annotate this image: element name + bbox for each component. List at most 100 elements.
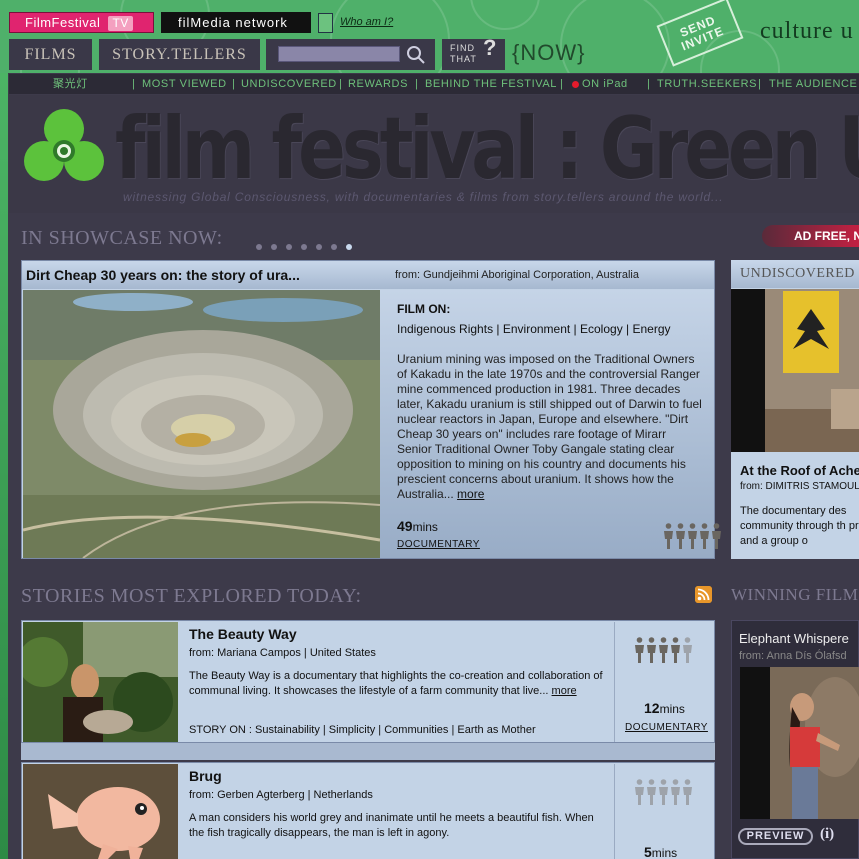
- featured-type-link[interactable]: DOCUMENTARY: [397, 539, 480, 550]
- undiscovered-title[interactable]: At the Roof of Ache: [740, 463, 859, 478]
- search-icon[interactable]: [406, 45, 426, 65]
- pager-dot-active[interactable]: [346, 244, 352, 250]
- undiscovered-thumbnail[interactable]: [731, 289, 859, 452]
- showcase-pager: [256, 237, 361, 255]
- winning-film-card: Elephant Whispere from: Anna Dís Ólafsd …: [731, 620, 859, 859]
- story-description: A man considers his world grey and inani…: [189, 812, 594, 839]
- pager-dot[interactable]: [331, 244, 337, 250]
- nav-item-on-ipad[interactable]: ON iPad: [572, 74, 628, 94]
- story-meta: 12mins DOCUMENTARY: [616, 622, 714, 742]
- story-title[interactable]: Brug: [189, 768, 614, 784]
- nav-item-the-audience[interactable]: THE AUDIENCE: [769, 74, 858, 94]
- person-rating-icon: [647, 779, 656, 805]
- rating-people-icons: [634, 637, 693, 663]
- story-card: The Beauty Way from: Mariana Campos | Un…: [21, 620, 715, 743]
- nav-item-behind-the-festival[interactable]: BEHIND THE FESTIVAL: [425, 74, 557, 94]
- story-title[interactable]: The Beauty Way: [189, 626, 614, 642]
- person-rating-icon: [647, 637, 656, 663]
- nav-item-truth-seekers[interactable]: TRUTH.SEEKERS: [657, 74, 757, 94]
- person-rating-icon: [712, 523, 721, 549]
- pager-dot[interactable]: [301, 244, 307, 250]
- open-pit-mine-image: [23, 290, 380, 558]
- green-unplugged-logo-icon[interactable]: [22, 107, 106, 185]
- ad-free-badge[interactable]: AD FREE, N: [762, 225, 859, 247]
- nav-separator: |: [758, 78, 762, 90]
- story-from: from: Gerben Agterberg | Netherlands: [189, 789, 373, 801]
- garden-image: [23, 622, 178, 742]
- now-link[interactable]: {NOW}: [512, 40, 585, 66]
- featured-duration: 49mins: [397, 518, 438, 534]
- person-rating-icon: [664, 523, 673, 549]
- preview-button[interactable]: PREVIEW: [738, 828, 813, 845]
- featured-tags[interactable]: Indigenous Rights | Environment | Ecolog…: [397, 322, 714, 336]
- nav-separator: |: [232, 78, 236, 90]
- pager-dot[interactable]: [316, 244, 322, 250]
- story-description-text: The Beauty Way is a documentary that hig…: [189, 670, 603, 697]
- pager-dot[interactable]: [256, 244, 262, 250]
- films-tab[interactable]: FILMS: [9, 39, 92, 70]
- monastery-flag-image: [731, 289, 859, 452]
- featured-title[interactable]: Dirt Cheap 30 years on: the story of ura…: [26, 267, 300, 283]
- stories-heading: STORIES MOST EXPLORED TODAY:: [21, 585, 362, 607]
- pager-dot[interactable]: [286, 244, 292, 250]
- live-dot-icon: [572, 80, 579, 88]
- rss-icon[interactable]: [695, 586, 712, 603]
- story-minutes: 5: [644, 844, 652, 859]
- featured-description: Uranium mining was imposed on the Tradit…: [397, 352, 703, 502]
- storytellers-tab[interactable]: STORY.TELLERS: [99, 39, 260, 70]
- person-rating-icon: [683, 779, 692, 805]
- story-from: from: Mariana Campos | United States: [189, 647, 376, 659]
- featured-details: FILM ON: Indigenous Rights | Environment…: [380, 290, 721, 558]
- search-input[interactable]: [278, 46, 400, 62]
- winning-title[interactable]: Elephant Whispere: [739, 631, 849, 646]
- info-icon[interactable]: (i): [820, 826, 834, 843]
- nav-item-spotlight[interactable]: 聚光灯: [53, 74, 88, 94]
- brand-festival: Festival: [51, 15, 101, 30]
- fish-image: [23, 764, 178, 859]
- mins-label: mins: [659, 702, 685, 716]
- undiscovered-heading[interactable]: UNDISCOVERED: [731, 260, 859, 288]
- story-minutes: 12: [644, 700, 660, 716]
- story-thumbnail[interactable]: [23, 764, 178, 859]
- user-id-icon[interactable]: [318, 13, 333, 33]
- person-rating-icon: [688, 523, 697, 549]
- featured-header: Dirt Cheap 30 years on: the story of ura…: [22, 261, 714, 289]
- question-icon: ?: [483, 35, 498, 60]
- story-description: The Beauty Way is a documentary that hig…: [189, 669, 609, 699]
- featured-thumbnail[interactable]: [23, 290, 380, 558]
- story-thumbnail[interactable]: [23, 622, 178, 742]
- featured-film-card: Dirt Cheap 30 years on: the story of ura…: [21, 260, 721, 559]
- nav-item-rewards[interactable]: REWARDS: [348, 74, 408, 94]
- nav-item-undiscovered[interactable]: UNDISCOVERED: [241, 74, 337, 94]
- pager-dot[interactable]: [271, 244, 277, 250]
- featured-description-text: Uranium mining was imposed on the Tradit…: [397, 352, 702, 501]
- story-duration: 12mins: [644, 700, 685, 716]
- find-that-button[interactable]: FIND THAT ?: [442, 35, 505, 70]
- story-type-link[interactable]: DOCUMENTARY: [625, 722, 708, 733]
- filmedia-network-link[interactable]: filMedia network: [161, 12, 311, 33]
- person-rating-icon: [676, 523, 685, 549]
- search-box: [266, 39, 435, 70]
- rating-people-icons: [634, 779, 693, 805]
- winning-from: from: Anna Dís Ólafsd: [739, 650, 847, 662]
- story-meta: 5mins: [616, 764, 714, 859]
- story-info: The Beauty Way from: Mariana Campos | Un…: [179, 622, 615, 742]
- undiscovered-description: The documentary des community through th…: [740, 505, 859, 547]
- elephant-woman-image: [740, 667, 859, 819]
- brand-film: Film: [25, 15, 52, 30]
- filmfestival-tv-logo[interactable]: FilmFestival TV: [9, 12, 154, 33]
- story-duration: 5mins: [644, 844, 677, 859]
- story-tags[interactable]: STORY ON : Sustainability | Simplicity |…: [189, 724, 536, 736]
- featured-more-link[interactable]: more: [457, 487, 484, 501]
- featured-from: from: Gundjeihmi Aboriginal Corporation,…: [395, 269, 639, 281]
- nav-separator: |: [132, 78, 136, 90]
- story-more-link[interactable]: more: [552, 685, 577, 697]
- showcase-heading: IN SHOWCASE NOW:: [21, 227, 223, 249]
- person-rating-icon: [671, 779, 680, 805]
- nav-item-most-viewed[interactable]: MOST VIEWED: [142, 74, 227, 94]
- person-rating-icon: [671, 637, 680, 663]
- winning-thumbnail[interactable]: [740, 667, 859, 819]
- person-rating-icon: [659, 637, 668, 663]
- who-am-i-link[interactable]: Who am I?: [340, 16, 393, 28]
- culture-heading: culture u: [760, 18, 854, 44]
